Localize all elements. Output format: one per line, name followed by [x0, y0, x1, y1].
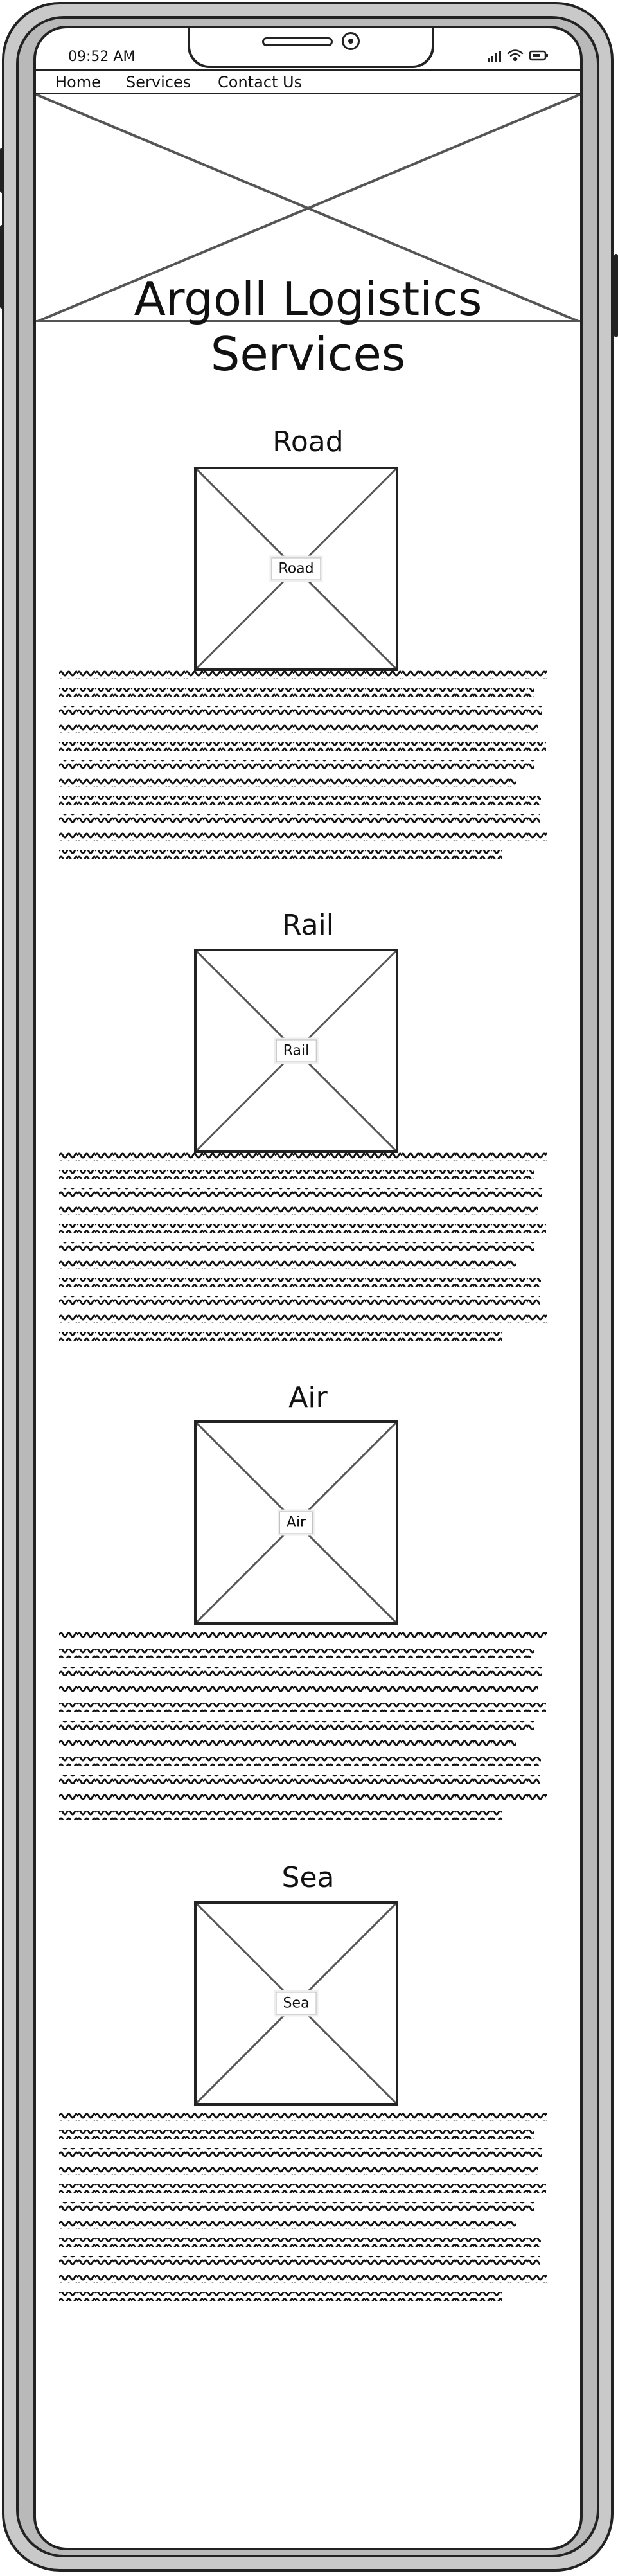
top-nav: Home Services Contact Us: [36, 69, 580, 94]
notch: [188, 28, 434, 68]
air-image-placeholder: Air: [194, 1420, 398, 1625]
road-image-label: Road: [271, 557, 321, 580]
page-title: Argoll Logistics Services: [36, 271, 580, 382]
wifi-icon: [507, 49, 524, 62]
rail-image-label: Rail: [276, 1039, 317, 1062]
battery-icon: [529, 50, 548, 61]
nav-services-link[interactable]: Services: [126, 73, 191, 91]
signal-icon: [488, 51, 501, 62]
phone-screen: 09:52 AM Home Services Contact Us Argoll…: [33, 26, 583, 2550]
sea-image-label: Sea: [276, 1992, 317, 2015]
sea-image-placeholder: Sea: [194, 1901, 398, 2106]
power-button: [614, 254, 618, 337]
air-description-text: [59, 1631, 547, 1820]
page-title-line1: Argoll Logistics: [134, 272, 482, 326]
section-title-sea: Sea: [281, 1861, 335, 1894]
road-image-placeholder: Road: [194, 467, 398, 671]
air-image-label: Air: [279, 1511, 313, 1534]
volume-up-button: [0, 148, 4, 193]
nav-home-link[interactable]: Home: [55, 73, 101, 91]
rail-image-placeholder: Rail: [194, 949, 398, 1153]
camera-icon: [342, 32, 360, 50]
page-title-line2: Services: [210, 327, 406, 381]
sea-description-text: [59, 2112, 547, 2301]
volume-down-button: [0, 225, 4, 309]
road-description-text: [59, 670, 547, 859]
section-title-air: Air: [288, 1381, 328, 1414]
status-icons: [486, 48, 551, 66]
status-time: 09:52 AM: [68, 49, 136, 65]
nav-contact-link[interactable]: Contact Us: [218, 73, 302, 91]
rail-description-text: [59, 1152, 547, 1341]
speaker-icon: [262, 37, 333, 46]
section-title-road: Road: [272, 425, 344, 458]
section-title-rail: Rail: [281, 909, 335, 942]
